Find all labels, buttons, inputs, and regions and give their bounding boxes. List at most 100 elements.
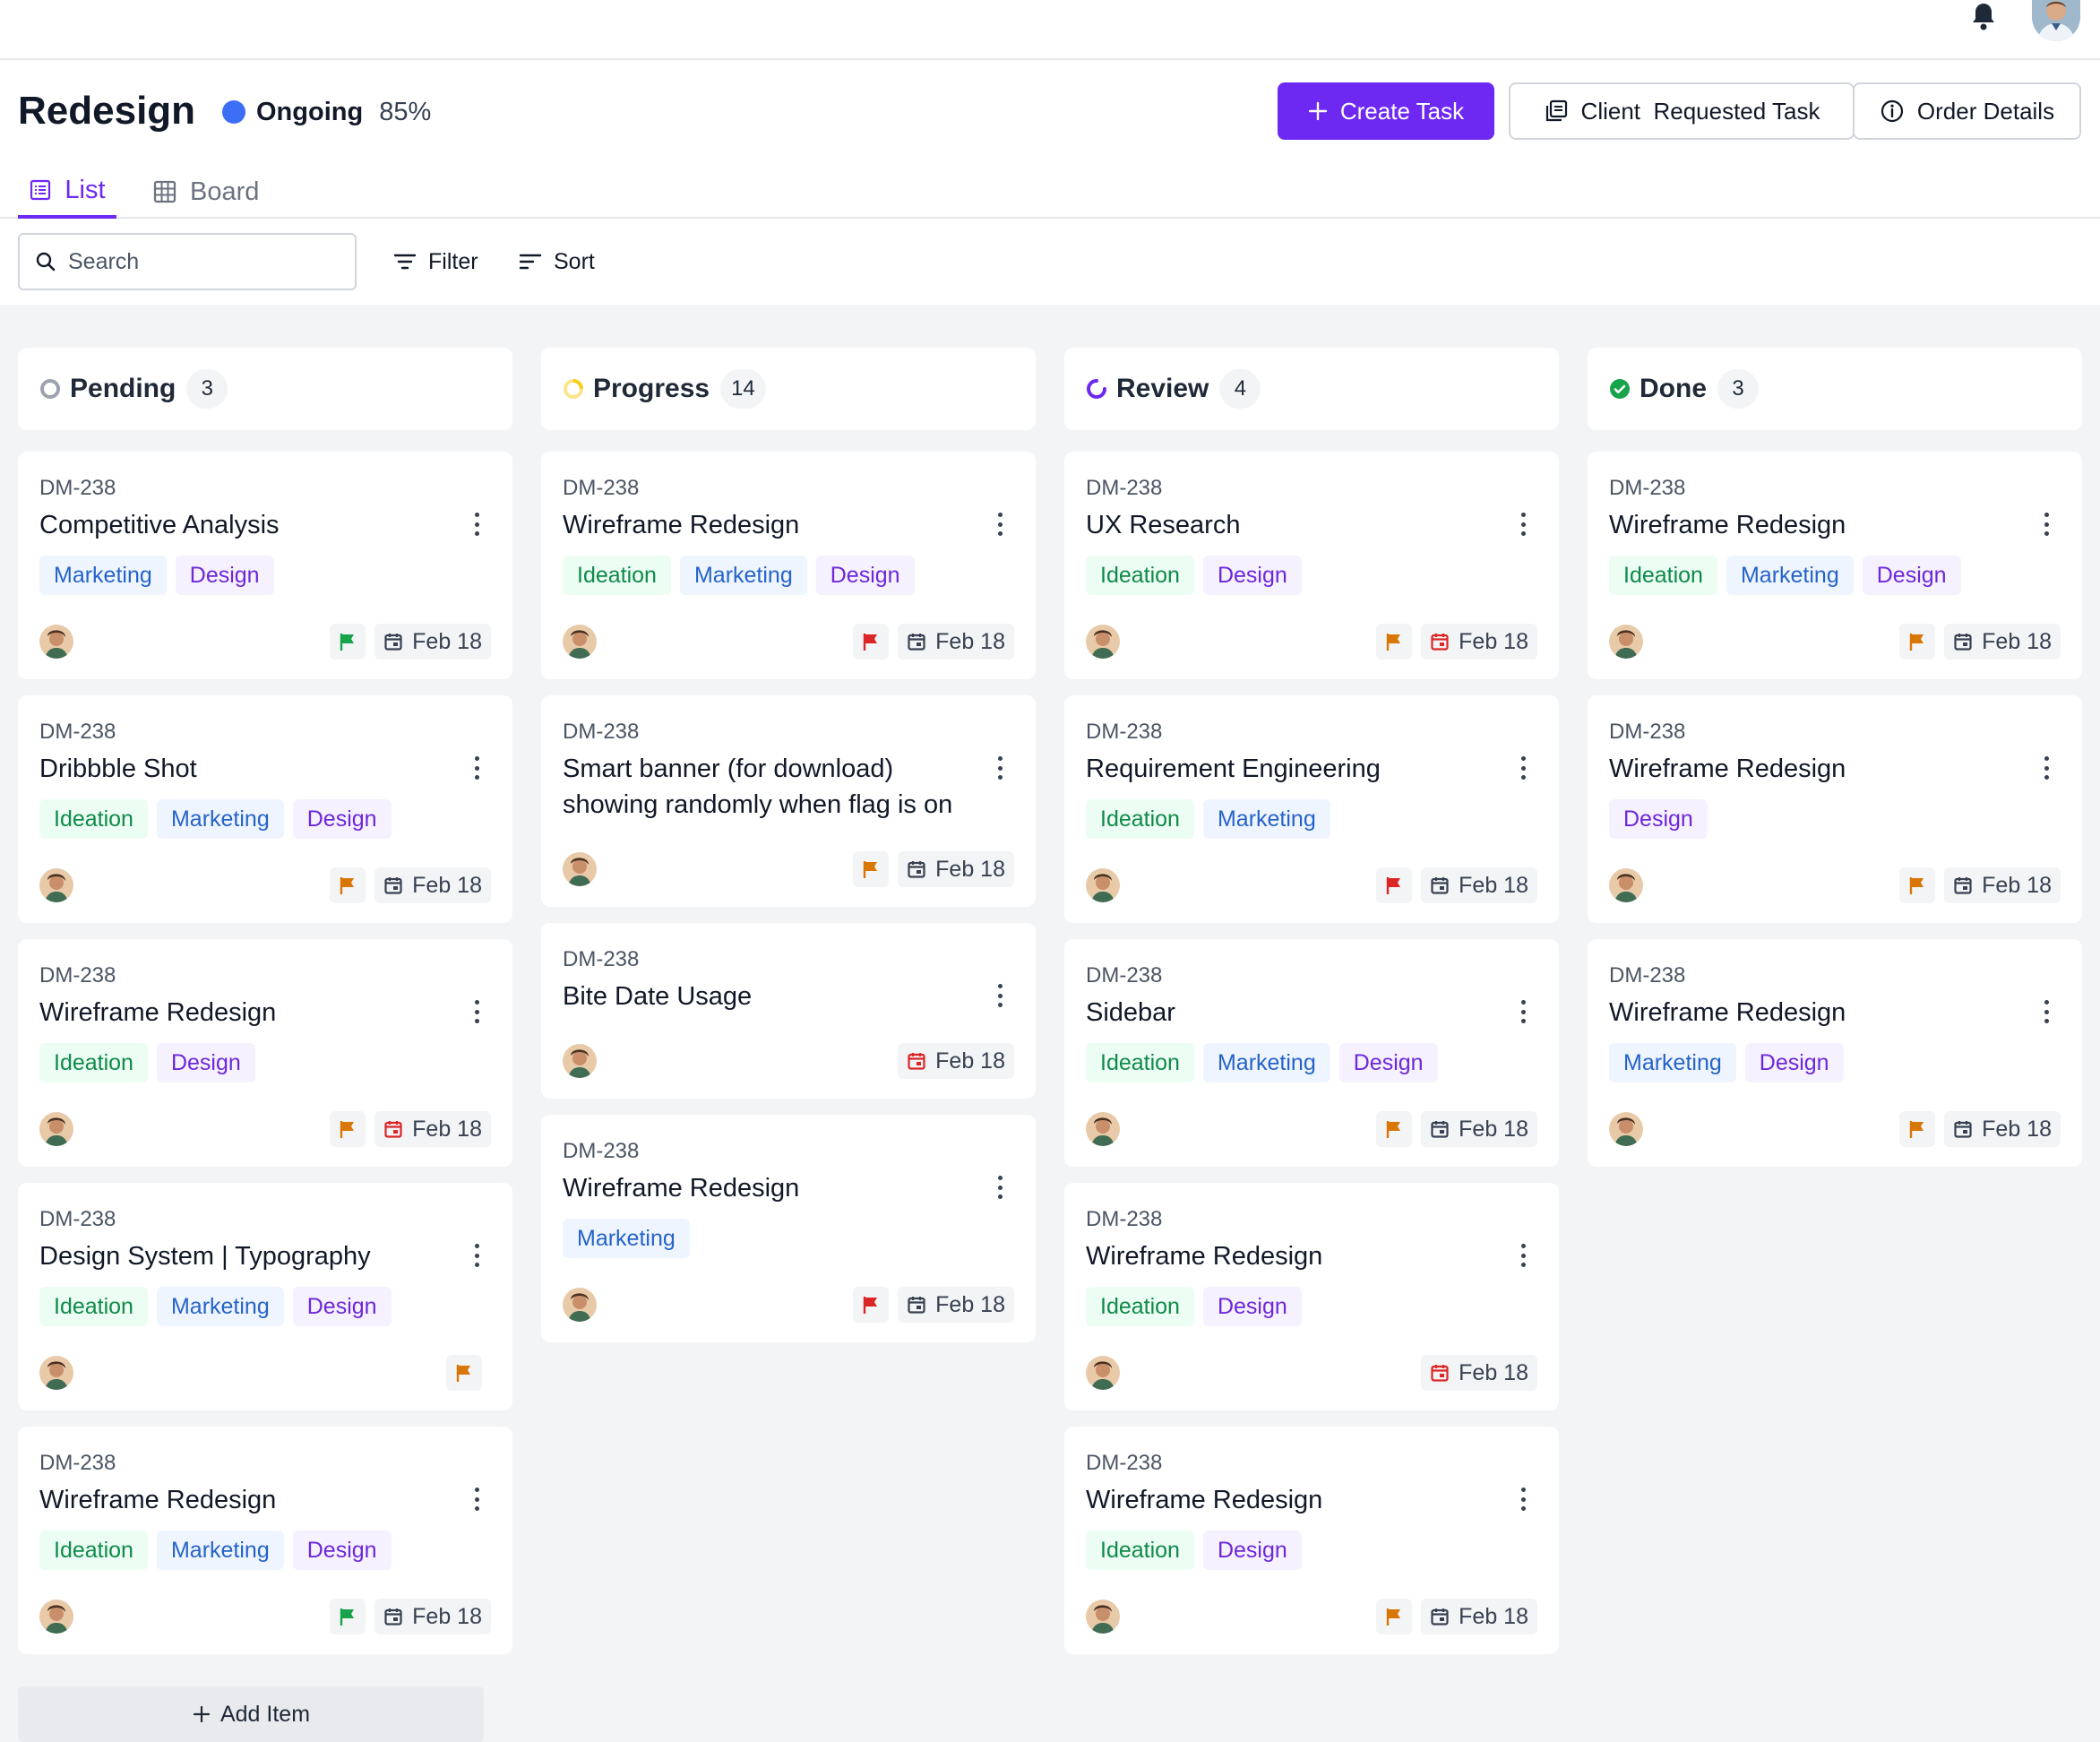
task-card[interactable]: DM-238 Wireframe Redesign Marketing Design F… [1588, 939, 2082, 1167]
task-card[interactable]: DM-238 Requirement Engineering Ideation Mar… [1064, 695, 1559, 923]
tag-ideation[interactable]: Ideation [1086, 1531, 1194, 1570]
tag-marketing[interactable]: Marketing [1726, 556, 1854, 595]
assignee-avatar[interactable] [39, 868, 73, 902]
priority-flag-icon[interactable] [1376, 1111, 1413, 1147]
sort-button[interactable]: Sort [518, 242, 595, 281]
due-date-chip[interactable]: Feb 18 [898, 624, 1014, 660]
tag-design[interactable]: Design [1202, 1531, 1302, 1570]
priority-flag-icon[interactable] [853, 624, 890, 660]
more-options-icon[interactable] [1514, 511, 1532, 538]
tag-ideation[interactable]: Ideation [1086, 1043, 1194, 1082]
task-card[interactable]: DM-238 Wireframe Redesign Ideation Marketin… [541, 452, 1036, 679]
task-card[interactable]: DM-238 Competitive Analysis Marketing Desig… [18, 452, 512, 679]
column-header-review[interactable]: Review 4 [1064, 348, 1559, 430]
task-card[interactable]: DM-238 Wireframe Redesign Ideation Design Fe… [1064, 1427, 1559, 1654]
tag-design[interactable]: Design [1202, 556, 1302, 595]
tag-marketing[interactable]: Marketing [1609, 1043, 1736, 1082]
order-details-button[interactable]: Order Details [1853, 82, 2081, 140]
tag-ideation[interactable]: Ideation [1086, 556, 1194, 595]
task-card[interactable]: DM-238 Bite Date Usage Feb 18 [541, 923, 1036, 1099]
more-options-icon[interactable] [1514, 1486, 1532, 1513]
priority-flag-icon[interactable] [446, 1355, 482, 1391]
priority-flag-icon[interactable] [1899, 867, 1936, 903]
assignee-avatar[interactable] [563, 1288, 597, 1322]
due-date-chip[interactable]: Feb 18 [1944, 867, 2061, 903]
tag-ideation[interactable]: Ideation [39, 1287, 148, 1326]
assignee-avatar[interactable] [39, 1112, 73, 1146]
priority-flag-icon[interactable] [330, 1599, 366, 1634]
tab-list[interactable]: List [18, 165, 116, 219]
assignee-avatar[interactable] [1086, 1112, 1120, 1146]
column-header-pending[interactable]: Pending 3 [18, 348, 512, 430]
tag-marketing[interactable]: Marketing [156, 1287, 284, 1326]
more-options-icon[interactable] [468, 998, 486, 1025]
due-date-chip[interactable]: Feb 18 [1421, 1111, 1537, 1147]
due-date-chip[interactable]: Feb 18 [898, 851, 1014, 887]
due-date-chip[interactable]: Feb 18 [374, 1111, 491, 1147]
more-options-icon[interactable] [1514, 755, 1532, 781]
due-date-chip[interactable]: Feb 18 [374, 867, 491, 903]
priority-flag-icon[interactable] [330, 867, 366, 903]
tag-ideation[interactable]: Ideation [39, 1531, 148, 1570]
more-options-icon[interactable] [468, 1486, 486, 1513]
priority-flag-icon[interactable] [853, 1287, 890, 1323]
task-card[interactable]: DM-238 Wireframe Redesign Ideation Design Fe… [18, 939, 512, 1167]
user-avatar[interactable] [2032, 0, 2080, 41]
due-date-chip[interactable]: Feb 18 [1421, 624, 1537, 660]
more-options-icon[interactable] [2037, 998, 2055, 1025]
due-date-chip[interactable]: Feb 18 [1421, 867, 1537, 903]
tab-board[interactable]: Board [152, 165, 278, 219]
due-date-chip[interactable]: Feb 18 [1944, 1111, 2061, 1147]
due-date-chip[interactable]: Feb 18 [1421, 1355, 1537, 1391]
tag-design[interactable]: Design [815, 556, 915, 595]
more-options-icon[interactable] [1514, 998, 1532, 1025]
assignee-avatar[interactable] [563, 852, 597, 886]
tag-design[interactable]: Design [292, 799, 392, 839]
column-header-progress[interactable]: Progress 14 [541, 348, 1036, 430]
tag-ideation[interactable]: Ideation [1609, 556, 1717, 595]
more-options-icon[interactable] [1514, 1242, 1532, 1269]
priority-flag-icon[interactable] [1376, 867, 1413, 903]
tag-marketing[interactable]: Marketing [679, 556, 807, 595]
create-task-button[interactable]: Create Task [1278, 82, 1494, 140]
assignee-avatar[interactable] [1086, 1356, 1120, 1390]
bell-icon[interactable] [1967, 0, 2000, 32]
task-card[interactable]: DM-238 Smart banner (for download) showin… [541, 695, 1036, 907]
search-input[interactable]: Search [18, 233, 357, 290]
due-date-chip[interactable]: Feb 18 [374, 1599, 491, 1634]
due-date-chip[interactable]: Feb 18 [1421, 1599, 1537, 1634]
due-date-chip[interactable]: Feb 18 [898, 1287, 1014, 1323]
task-card[interactable]: DM-238 Wireframe Redesign Design Feb 18 [1588, 695, 2082, 923]
tag-marketing[interactable]: Marketing [563, 1219, 690, 1258]
assignee-avatar[interactable] [1086, 1600, 1120, 1634]
tag-ideation[interactable]: Ideation [1086, 1287, 1194, 1326]
priority-flag-icon[interactable] [1376, 1599, 1413, 1634]
tag-marketing[interactable]: Marketing [156, 799, 284, 839]
client-requested-task-button[interactable]: Client Requested Task [1509, 82, 1855, 140]
assignee-avatar[interactable] [39, 1356, 73, 1390]
tag-design[interactable]: Design [1862, 556, 1961, 595]
task-card[interactable]: DM-238 Dribbble Shot Ideation Marketing Desi… [18, 695, 512, 923]
more-options-icon[interactable] [991, 982, 1009, 1009]
priority-flag-icon[interactable] [330, 1111, 366, 1147]
tag-ideation[interactable]: Ideation [39, 1043, 148, 1082]
more-options-icon[interactable] [991, 1174, 1009, 1201]
task-card[interactable]: DM-238 Wireframe Redesign Ideation Marketin… [1588, 452, 2082, 679]
assignee-avatar[interactable] [39, 1600, 73, 1634]
tag-ideation[interactable]: Ideation [39, 799, 148, 839]
add-item-button[interactable]: Add Item [18, 1686, 484, 1742]
task-card[interactable]: DM-238 Wireframe Redesign Ideation Design Fe… [1064, 1183, 1559, 1410]
more-options-icon[interactable] [468, 755, 486, 781]
task-card[interactable]: DM-238 Wireframe Redesign Marketing Feb 18 [541, 1115, 1036, 1342]
more-options-icon[interactable] [468, 511, 486, 538]
due-date-chip[interactable]: Feb 18 [898, 1043, 1014, 1079]
filter-button[interactable]: Filter [392, 242, 478, 281]
task-card[interactable]: DM-238 Design System | Typography Ideation… [18, 1183, 512, 1410]
tag-design[interactable]: Design [292, 1531, 392, 1570]
priority-flag-icon[interactable] [853, 851, 890, 887]
tag-marketing[interactable]: Marketing [39, 556, 167, 595]
priority-flag-icon[interactable] [1376, 624, 1413, 660]
tag-ideation[interactable]: Ideation [1086, 799, 1194, 839]
more-options-icon[interactable] [468, 1242, 486, 1269]
task-card[interactable]: DM-238 Wireframe Redesign Ideation Marketin… [18, 1427, 512, 1654]
